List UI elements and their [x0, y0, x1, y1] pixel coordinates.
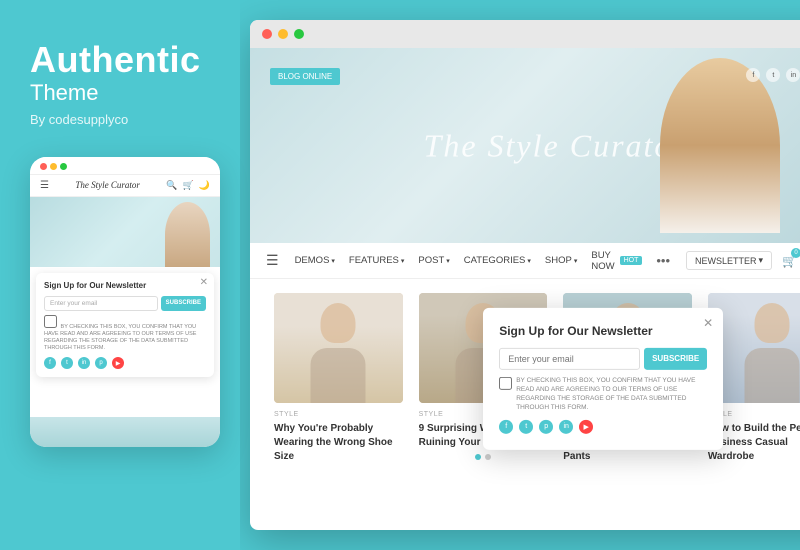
- browser-content: BLOG ONLINE The Style Curator f t in p ▶…: [250, 48, 800, 530]
- content-card-1: STYLE Why You're Probably Wearing the Wr…: [266, 293, 411, 464]
- browser-dot-red: [262, 29, 272, 39]
- hero-facebook-icon[interactable]: f: [746, 68, 760, 82]
- pagination-dot-2: [485, 454, 491, 460]
- navbar-item-post[interactable]: POST ▾: [418, 255, 449, 266]
- popup-email-field[interactable]: [499, 347, 640, 369]
- mobile-nav-icons: 🔍 🛒 🌙: [166, 180, 210, 191]
- person-head-4: [755, 303, 790, 343]
- left-panel: Authentic Theme By codesupplyco ☰ The St…: [0, 0, 240, 550]
- mobile-bottom-strip: [30, 417, 220, 447]
- mobile-newsletter-title: Sign Up for Our Newsletter: [44, 281, 206, 290]
- brand-subtitle: Theme: [30, 80, 210, 106]
- mobile-close-icon[interactable]: ✕: [200, 277, 208, 288]
- popup-facebook-icon[interactable]: f: [499, 420, 513, 434]
- mobile-dot-red: [40, 163, 47, 170]
- navbar-right: NEWSLETTER ▾ 🛒 0 🔍 👤: [686, 251, 800, 270]
- browser-dot-green: [294, 29, 304, 39]
- navbar-item-features[interactable]: FEATURES ▾: [349, 255, 404, 266]
- mobile-newsletter-popup: ✕ Sign Up for Our Newsletter Enter your …: [36, 273, 214, 378]
- mobile-youtube-icon[interactable]: ▶: [112, 357, 124, 369]
- mobile-hero: [30, 197, 220, 267]
- popup-input-row: SUBSCRIBE: [499, 347, 707, 369]
- site-hero: BLOG ONLINE The Style Curator f t in p ▶: [250, 48, 800, 243]
- site-navbar: ☰ DEMOS ▾ FEATURES ▾ POST ▾ CATEGORIES ▾…: [250, 243, 800, 279]
- mobile-logo: The Style Curator: [75, 180, 140, 190]
- pagination-dot-1: [475, 454, 481, 460]
- navbar-item-demos[interactable]: DEMOS ▾: [295, 255, 335, 266]
- mobile-hero-person: [165, 202, 210, 267]
- mobile-pinterest-icon[interactable]: p: [95, 357, 107, 369]
- hero-social-icons: f t in p ▶: [746, 68, 800, 82]
- mobile-twitter-icon[interactable]: t: [61, 357, 73, 369]
- cart-icon-wrap: 🛒 0: [782, 252, 797, 270]
- mobile-newsletter-input-row: Enter your email SUBSCRIBE: [44, 296, 206, 311]
- browser-topbar: [250, 20, 800, 48]
- buy-now-badge: HOT: [620, 256, 643, 265]
- browser-dot-yellow: [278, 29, 288, 39]
- mobile-facebook-icon[interactable]: f: [44, 357, 56, 369]
- mobile-nav: ☰ The Style Curator 🔍 🛒 🌙: [30, 175, 220, 197]
- right-panel: BLOG ONLINE The Style Curator f t in p ▶…: [240, 0, 800, 550]
- popup-subscribe-button[interactable]: SUBSCRIBE: [644, 347, 707, 369]
- card-image-1: [274, 293, 403, 403]
- popup-close-icon[interactable]: ✕: [703, 315, 713, 329]
- mobile-instagram-icon[interactable]: in: [78, 357, 90, 369]
- mobile-cart-icon: 🛒: [183, 180, 194, 191]
- mobile-mockup: ☰ The Style Curator 🔍 🛒 🌙 ✕ Sign Up for …: [30, 157, 220, 447]
- mobile-topbar: [30, 157, 220, 175]
- pagination-dots: [419, 454, 548, 460]
- mobile-terms-checkbox[interactable]: [44, 315, 57, 328]
- mobile-email-placeholder: Enter your email: [50, 300, 97, 307]
- popup-youtube-icon[interactable]: ▶: [579, 420, 593, 434]
- navbar-item-buynow[interactable]: BUY NOW HOT: [591, 250, 642, 272]
- hero-badge: BLOG ONLINE: [270, 68, 340, 85]
- navbar-items: DEMOS ▾ FEATURES ▾ POST ▾ CATEGORIES ▾ S…: [295, 250, 670, 272]
- hero-instagram-icon[interactable]: in: [786, 68, 800, 82]
- newsletter-button[interactable]: NEWSLETTER ▾: [686, 251, 772, 270]
- navbar-item-categories[interactable]: CATEGORIES ▾: [464, 255, 531, 266]
- card-title-1: Why You're Probably Wearing the Wrong Sh…: [274, 422, 403, 464]
- card-person-1: [274, 293, 403, 403]
- popup-twitter-icon[interactable]: t: [519, 420, 533, 434]
- mobile-dot-green: [60, 163, 67, 170]
- popup-pinterest-icon[interactable]: p: [539, 420, 553, 434]
- mobile-traffic-lights: [40, 163, 67, 170]
- person-body-1: [311, 348, 366, 403]
- navbar-item-shop[interactable]: SHOP ▾: [545, 255, 577, 266]
- mobile-search-icon: 🔍: [166, 180, 177, 191]
- popup-social-icons: f t p in ▶: [499, 420, 707, 434]
- popup-title: Sign Up for Our Newsletter: [499, 323, 707, 337]
- mobile-email-field[interactable]: Enter your email: [44, 296, 158, 311]
- mobile-hamburger-icon: ☰: [40, 180, 49, 191]
- mobile-social-icons: f t in p ▶: [44, 357, 206, 369]
- site-hero-logo: The Style Curator: [424, 127, 687, 164]
- newsletter-popup: ✕ Sign Up for Our Newsletter SUBSCRIBE B…: [483, 307, 723, 449]
- browser-window: BLOG ONLINE The Style Curator f t in p ▶…: [250, 20, 800, 530]
- popup-instagram-icon[interactable]: in: [559, 420, 573, 434]
- mobile-dot-yellow: [50, 163, 57, 170]
- mobile-moon-icon: 🌙: [199, 180, 210, 191]
- hero-twitter-icon[interactable]: t: [766, 68, 780, 82]
- person-body-4: [745, 348, 800, 403]
- person-head-1: [321, 303, 356, 343]
- card-tag-1: STYLE: [274, 411, 403, 418]
- brand-by: By codesupplyco: [30, 112, 210, 127]
- navbar-hamburger-icon[interactable]: ☰: [266, 252, 279, 269]
- popup-checkbox-row: BY CHECKING THIS BOX, YOU CONFIRM THAT Y…: [499, 375, 707, 411]
- mobile-checkbox-text: BY CHECKING THIS BOX, YOU CONFIRM THAT Y…: [44, 315, 206, 353]
- cart-badge: 0: [791, 248, 800, 258]
- mobile-subscribe-button[interactable]: SUBSCRIBE: [161, 296, 206, 311]
- site-content: STYLE Why You're Probably Wearing the Wr…: [250, 279, 800, 478]
- popup-terms-checkbox[interactable]: [499, 376, 512, 389]
- popup-terms-text: BY CHECKING THIS BOX, YOU CONFIRM THAT Y…: [516, 375, 707, 411]
- navbar-more-icon[interactable]: •••: [656, 253, 670, 268]
- brand-title: Authentic: [30, 40, 210, 80]
- site-hero-person: [660, 58, 780, 233]
